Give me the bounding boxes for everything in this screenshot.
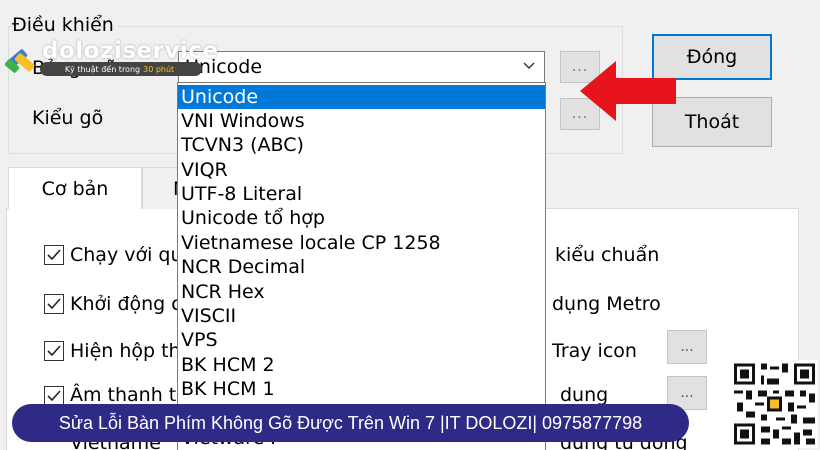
dropdown-item[interactable]: VIQR: [178, 158, 545, 182]
tab-basic[interactable]: Cơ bản: [8, 167, 142, 209]
tray-options-button[interactable]: ...: [667, 330, 707, 364]
charset-combobox[interactable]: Unicode: [178, 51, 545, 83]
checkmark-icon: [47, 249, 61, 261]
option-checkbox[interactable]: [44, 386, 64, 406]
checkmark-icon: [47, 390, 61, 402]
option-label: Chạy với qu: [70, 244, 183, 266]
dropdown-item[interactable]: NCR Hex: [178, 280, 545, 304]
option-checkbox[interactable]: [44, 245, 64, 265]
logo-name: doloziservice: [42, 38, 219, 64]
option-checkbox[interactable]: [44, 341, 64, 361]
option-label-right: Tray icon: [552, 340, 637, 362]
qr-code-icon: [731, 360, 818, 448]
checkmark-icon: [47, 345, 61, 357]
checkmark-icon: [47, 298, 61, 310]
logo-tagline: Kỹ thuật đến trong 30 phút: [40, 62, 202, 76]
option-label-right: kiểu chuẩn: [555, 244, 660, 266]
dropdown-item[interactable]: VNI Windows: [178, 109, 545, 133]
input-method-label: Kiểu gõ: [32, 107, 104, 129]
charset-dropdown-list[interactable]: Unicode VNI Windows TCVN3 (ABC) VIQR UTF…: [177, 82, 546, 450]
option-label-right: dụng Metro: [552, 293, 661, 315]
caption-banner: Sửa Lỗi Bàn Phím Không Gõ Được Trên Win …: [12, 404, 689, 442]
group-title: Điều khiển: [12, 14, 118, 36]
option-label: Âm thanh th: [70, 384, 189, 406]
dolozi-logo-icon: [4, 49, 35, 73]
dropdown-item[interactable]: BK HCM 2: [178, 353, 545, 377]
dropdown-item[interactable]: Unicode tổ hợp: [178, 206, 545, 230]
dropdown-item[interactable]: NCR Decimal: [178, 255, 545, 279]
dropdown-item[interactable]: BK HCM 1: [178, 377, 545, 401]
dropdown-item[interactable]: TCVN3 (ABC): [178, 133, 545, 157]
option-checkbox[interactable]: [44, 294, 64, 314]
logo-tagline-prefix: Kỹ thuật đến trong: [64, 64, 141, 74]
dropdown-item[interactable]: Vietnamese locale CP 1258: [178, 231, 545, 255]
dropdown-item[interactable]: VISCII: [178, 304, 545, 328]
option-label: Hiện hộp th: [70, 340, 181, 362]
dropdown-item[interactable]: UTF-8 Literal: [178, 182, 545, 206]
option-label: Khởi động c: [70, 293, 182, 315]
red-arrow-icon: [580, 61, 676, 121]
logo-tagline-highlight: 30 phút: [143, 64, 175, 74]
chevron-down-icon: [523, 62, 535, 69]
option-label-right: dung: [560, 384, 609, 406]
dropdown-item[interactable]: VPS: [178, 328, 545, 352]
dropdown-item-unicode[interactable]: Unicode: [178, 85, 545, 109]
